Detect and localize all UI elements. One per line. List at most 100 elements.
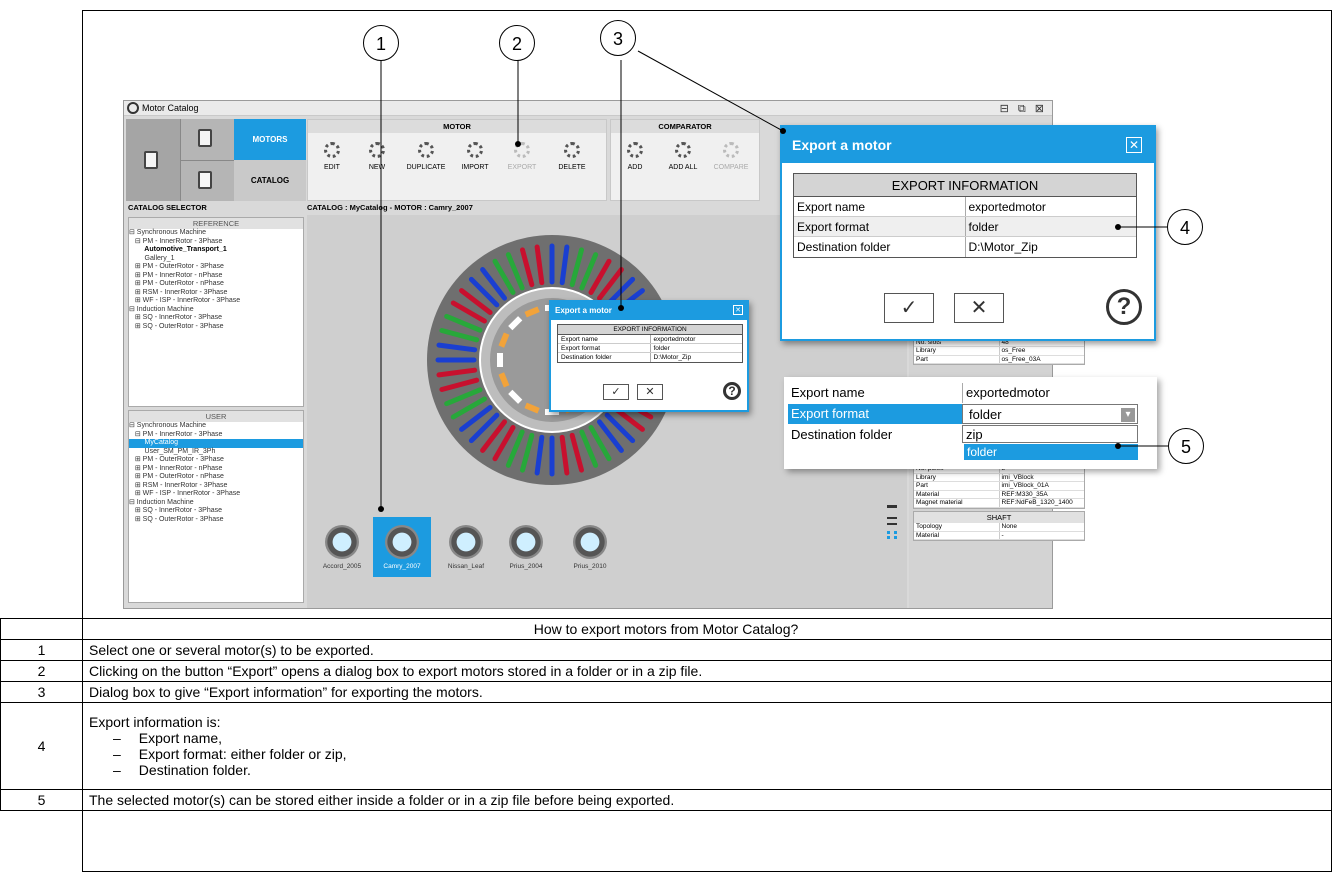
reference-tree-item[interactable]: ⊞ SQ - OuterRotor - 3Phase xyxy=(129,323,303,332)
shaft-title: SHAFT xyxy=(914,512,1084,523)
step-number: 5 xyxy=(0,789,83,811)
motor-thumbnail[interactable]: Prius_2010 xyxy=(561,517,619,570)
export-name-field[interactable]: exportedmotor xyxy=(964,197,1137,216)
shaft-property-value: None xyxy=(998,523,1085,531)
small-dialog-close-icon[interactable]: ✕ xyxy=(733,305,743,315)
destination-folder-field[interactable]: D:\Motor_Zip xyxy=(964,237,1137,257)
cancel-button[interactable]: ✕ xyxy=(954,293,1004,323)
reference-tree-item[interactable]: ⊞ PM - InnerRotor - nPhase xyxy=(129,272,303,281)
zoom-format-selected-value: folder xyxy=(969,407,1002,422)
reference-tree-item[interactable]: ⊞ RSM - InnerRotor - 3Phase xyxy=(129,289,303,298)
step-number: 4 xyxy=(0,702,83,790)
reference-title: REFERENCE xyxy=(129,218,303,229)
add-all-label: ADD ALL xyxy=(668,164,698,171)
view-list-icon[interactable] xyxy=(887,517,897,525)
user-tree-item[interactable]: ⊟ PM - InnerRotor - 3Phase xyxy=(129,431,303,440)
export-format-select[interactable]: folder xyxy=(964,217,1137,236)
duplicate-button[interactable]: DUPLICATE xyxy=(404,142,448,171)
shaft-property-value: - xyxy=(998,531,1085,539)
import-button[interactable]: IMPORT xyxy=(453,142,497,171)
view-single-icon[interactable] xyxy=(887,505,897,508)
motor-thumbnail[interactable]: Accord_2005 xyxy=(313,517,371,570)
reference-tree-item[interactable]: ⊟ Synchronous Machine xyxy=(129,229,303,238)
small-ok-button[interactable]: ✓ xyxy=(603,384,629,400)
reference-tree-item[interactable]: ⊞ PM - OuterRotor - nPhase xyxy=(129,280,303,289)
shaft-row: Material - xyxy=(914,531,1085,540)
rotor-row: Part imi_VBlock_01A xyxy=(914,482,1084,491)
reference-tree-item[interactable]: ⊞ WF - ISP - InnerRotor - 3Phase xyxy=(129,297,303,306)
step-text: Export information is: Export name, Expo… xyxy=(82,702,1332,790)
motor-thumbnail[interactable]: Camry_2007 xyxy=(373,517,431,577)
chevron-down-icon[interactable]: ▾ xyxy=(1121,408,1135,422)
screenshot-area: Motor Catalog ⊟ ⧉ ⊠ MOTORS CATALOG MOTOR… xyxy=(83,11,1331,619)
tab-catalog[interactable]: CATALOG xyxy=(234,160,306,201)
catalog-selector-title: CATALOG SELECTOR xyxy=(128,203,207,212)
remove-catalog-icon[interactable] xyxy=(198,171,212,189)
view-grid-icon[interactable] xyxy=(887,531,897,539)
user-tree-item[interactable]: ⊞ SQ - InnerRotor - 3Phase xyxy=(129,507,303,516)
label-export-name: Export name xyxy=(797,200,866,214)
add-catalog-icon[interactable] xyxy=(198,129,212,147)
export-info-title: EXPORT INFORMATION xyxy=(794,174,1136,197)
export-info-list: Export name, Export format: either folde… xyxy=(89,730,1325,778)
user-tree-item[interactable]: ⊟ Induction Machine xyxy=(129,499,303,508)
user-tree-item[interactable]: User_SM_PM_IR_3Ph xyxy=(129,448,303,457)
user-tree-item[interactable]: ⊞ WF - ISP - InnerRotor - 3Phase xyxy=(129,490,303,499)
reference-tree-item[interactable]: Automotive_Transport_1 xyxy=(129,246,303,255)
add-button[interactable]: ADD xyxy=(613,142,657,171)
help-icon[interactable]: ? xyxy=(1106,289,1142,325)
reference-tree-item[interactable]: ⊟ Induction Machine xyxy=(129,306,303,315)
window-controls[interactable]: ⊟ ⧉ ⊠ xyxy=(1000,102,1047,116)
callout-5: 5 xyxy=(1168,428,1204,464)
small-export-table: EXPORT INFORMATION Export name exportedmo… xyxy=(557,324,743,363)
catalog-home-button[interactable] xyxy=(126,119,181,201)
zoom-export-format-select[interactable]: folder ▾ xyxy=(962,404,1138,424)
dialog-close-icon[interactable]: ✕ xyxy=(1126,137,1142,153)
step-number: 1 xyxy=(0,639,83,661)
callout-2: 2 xyxy=(499,25,535,61)
zoom-export-name-field[interactable]: exportedmotor xyxy=(962,383,1138,403)
zoom-option-zip[interactable]: zip xyxy=(962,425,1138,443)
rotor-row: Library imi_VBlock xyxy=(914,473,1084,482)
small-label-export-name: Export name xyxy=(561,336,598,343)
user-tree-item[interactable]: ⊞ PM - OuterRotor - nPhase xyxy=(129,473,303,482)
reference-tree-item[interactable]: Gallery_1 xyxy=(129,255,303,264)
user-tree-item[interactable]: ⊞ SQ - OuterRotor - 3Phase xyxy=(129,516,303,525)
reference-tree-item[interactable]: ⊞ PM - OuterRotor - 3Phase xyxy=(129,263,303,272)
delete-button[interactable]: DELETE xyxy=(550,142,594,171)
user-tree-item[interactable]: ⊞ PM - OuterRotor - 3Phase xyxy=(129,456,303,465)
small-value-destination[interactable]: D:\Motor_Zip xyxy=(649,353,743,362)
motor-thumbnail-label: Accord_2005 xyxy=(322,563,362,570)
new-button[interactable]: NEW xyxy=(355,142,399,171)
user-tree-item[interactable]: ⊟ Synchronous Machine xyxy=(129,422,303,431)
delete-motor-icon xyxy=(564,142,580,158)
edit-button[interactable]: EDIT xyxy=(310,142,354,171)
stator-row: Library os_Free xyxy=(914,347,1084,356)
motor-thumbnail[interactable]: Nissan_Leaf xyxy=(437,517,495,570)
ok-button[interactable]: ✓ xyxy=(884,293,934,323)
small-cancel-button[interactable]: ✕ xyxy=(637,384,663,400)
export-format-dropdown-zoom: Export name exportedmotor Export format … xyxy=(784,377,1157,469)
small-help-icon[interactable]: ? xyxy=(723,382,741,400)
catalog-icon xyxy=(144,151,158,169)
motor-thumbnail[interactable]: Prius_2004 xyxy=(497,517,555,570)
user-tree-item[interactable]: MyCatalog xyxy=(129,439,303,448)
rotor-magnet xyxy=(497,353,503,367)
zoom-option-folder[interactable]: folder xyxy=(964,444,997,460)
new-label: NEW xyxy=(368,164,386,171)
rotor-row: Material REF:M330_35A xyxy=(914,490,1084,499)
user-tree: USER ⊟ Synchronous Machine ⊟ PM - InnerR… xyxy=(128,410,304,603)
user-tree-item[interactable]: ⊞ PM - InnerRotor - nPhase xyxy=(129,465,303,474)
add-label: ADD xyxy=(627,164,643,171)
reference-tree-item[interactable]: ⊟ PM - InnerRotor - 3Phase xyxy=(129,238,303,247)
add-all-button[interactable]: ADD ALL xyxy=(661,142,705,171)
small-dialog-title: Export a motor xyxy=(551,302,747,320)
user-title: USER xyxy=(129,411,303,422)
reference-tree-item[interactable]: ⊞ SQ - InnerRotor - 3Phase xyxy=(129,314,303,323)
tab-motors[interactable]: MOTORS xyxy=(234,119,306,160)
compare-button[interactable]: COMPARE xyxy=(709,142,753,171)
export-button[interactable]: EXPORT xyxy=(500,142,544,171)
small-value-export-name[interactable]: exportedmotor xyxy=(649,335,743,343)
small-value-export-format[interactable]: folder xyxy=(649,344,743,352)
user-tree-item[interactable]: ⊞ RSM - InnerRotor - 3Phase xyxy=(129,482,303,491)
